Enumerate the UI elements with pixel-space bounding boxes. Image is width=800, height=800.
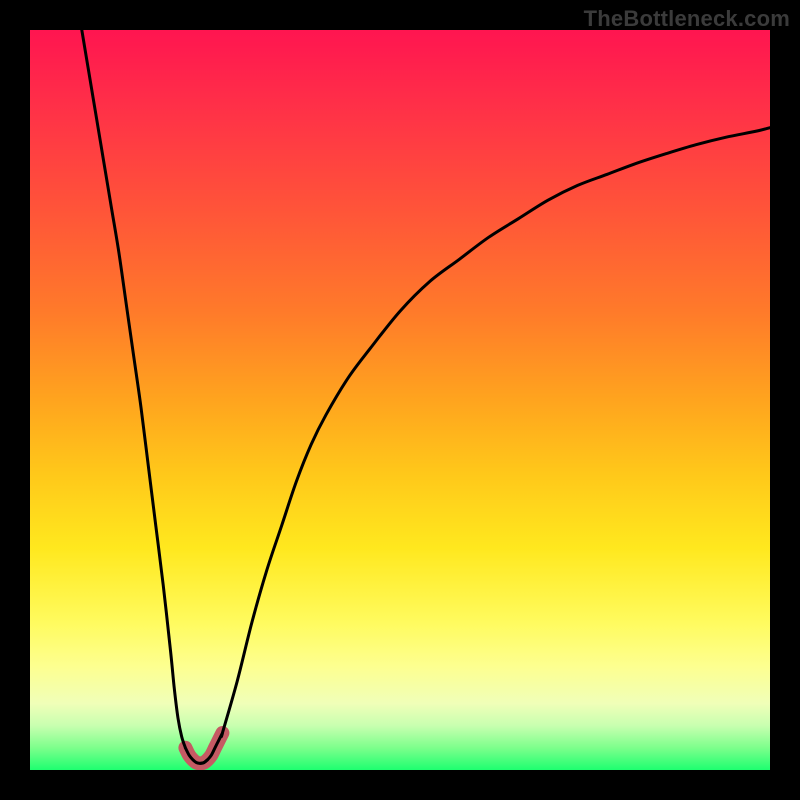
watermark-text: TheBottleneck.com	[584, 6, 790, 32]
chart-frame: TheBottleneck.com	[0, 0, 800, 800]
chart-plot-area	[30, 30, 770, 770]
left-branch-curve	[82, 30, 208, 763]
right-branch-curve	[200, 128, 770, 764]
chart-svg	[30, 30, 770, 770]
